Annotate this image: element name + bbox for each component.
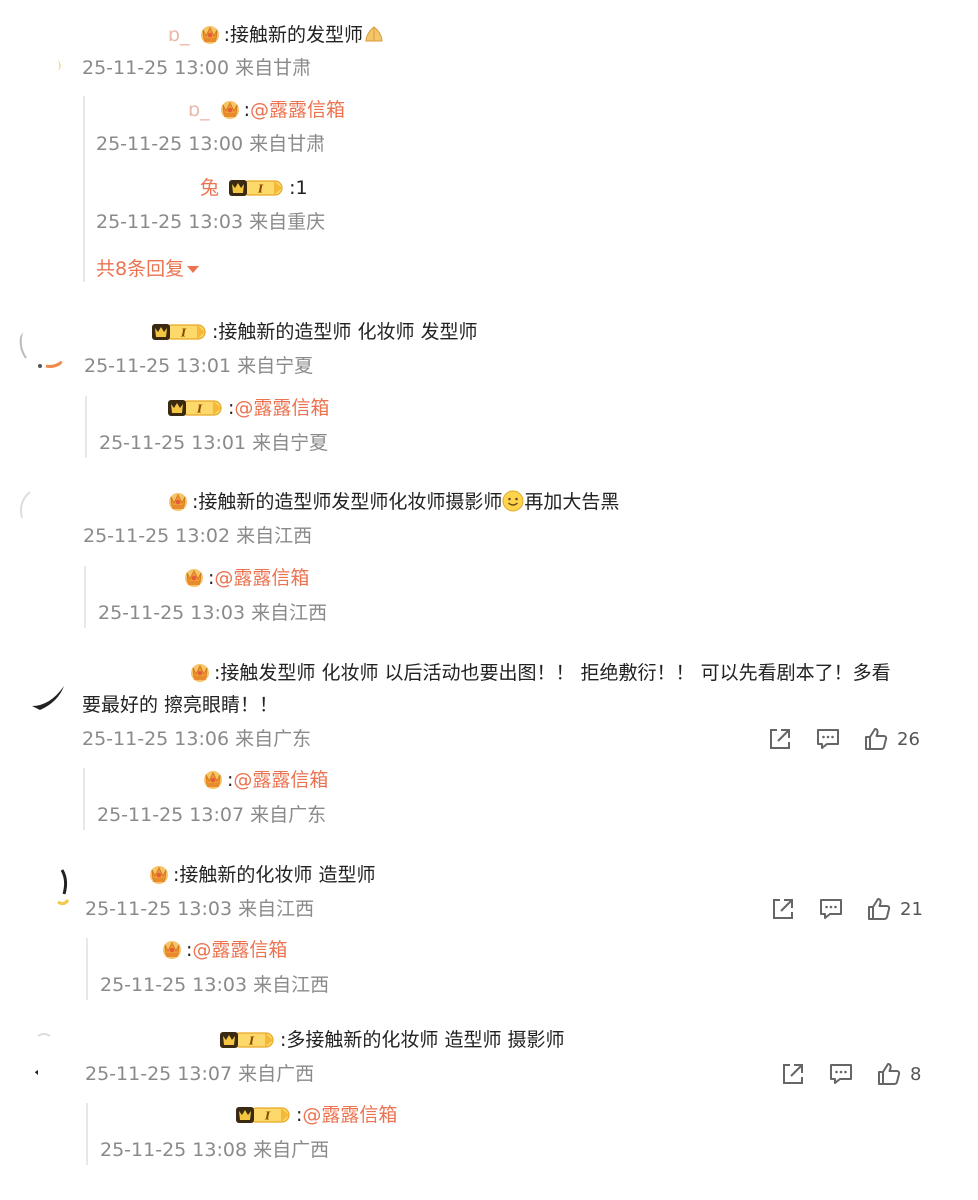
- crown-badge-icon: [202, 769, 224, 789]
- timestamp: 25-11-25 13:07: [85, 1063, 233, 1085]
- location: 来自广西: [253, 1139, 330, 1161]
- crown-badge-icon: [219, 99, 241, 119]
- timestamp: 25-11-25 13:03: [96, 211, 244, 233]
- location: 来自江西: [236, 525, 313, 547]
- comment-text: 接触新的发型师: [230, 24, 364, 46]
- share-button[interactable]: [767, 726, 793, 752]
- location: 来自江西: [253, 974, 330, 996]
- location: 来自江西: [251, 602, 328, 624]
- location: 来自重庆: [249, 211, 326, 233]
- comment-text-line2: 要最好的 擦亮眼睛！！: [82, 694, 279, 716]
- comment-text: 接触发型师 化妆师 以后活动也要出图！！ 拒绝敷衍！！ 可以先看剧本了！多看: [220, 662, 891, 684]
- timestamp: 25-11-25 13:02: [83, 525, 231, 547]
- avatar[interactable]: [28, 1030, 78, 1080]
- comment-text: 接触新的造型师 化妆师 发型师: [218, 321, 478, 343]
- comment-icon: [818, 896, 844, 922]
- comment-button[interactable]: [828, 1061, 854, 1087]
- share-icon: [767, 726, 793, 752]
- like-button[interactable]: 21: [866, 896, 923, 922]
- share-icon: [770, 896, 796, 922]
- timestamp: 25-11-25 13:00: [96, 133, 244, 155]
- mention-link[interactable]: @露露信箱: [234, 397, 329, 419]
- timestamp: 25-11-25 13:03: [100, 974, 248, 996]
- mention-link[interactable]: @露露信箱: [302, 1104, 397, 1126]
- avatar[interactable]: [28, 866, 78, 916]
- reply-thread-divider: [84, 566, 86, 628]
- reply-thread-divider: [83, 96, 85, 282]
- location: 来自广东: [235, 728, 312, 750]
- location: 来自广西: [238, 1063, 315, 1085]
- location: 来自甘肃: [249, 133, 326, 155]
- mention-link[interactable]: @露露信箱: [192, 939, 287, 961]
- timestamp: 25-11-25 13:01: [84, 355, 232, 377]
- avatar[interactable]: [30, 40, 80, 90]
- crown-badge-icon: [189, 662, 211, 682]
- username[interactable]: ɒ_: [168, 24, 190, 46]
- vip-level-badge-icon: [219, 1030, 277, 1050]
- share-button[interactable]: [770, 896, 796, 922]
- reply-thread-divider: [86, 938, 88, 1000]
- mention-link[interactable]: @露露信箱: [233, 769, 328, 791]
- crown-badge-icon: [199, 24, 221, 44]
- share-button[interactable]: [780, 1061, 806, 1087]
- location: 来自甘肃: [235, 57, 312, 79]
- avatar[interactable]: [18, 322, 68, 372]
- more-replies-label: 共8条回复: [96, 258, 185, 280]
- timestamp: 25-11-25 13:03: [98, 602, 246, 624]
- like-button[interactable]: 8: [876, 1061, 921, 1087]
- reply-text: 1: [295, 177, 308, 199]
- vip-level-badge-icon: [167, 398, 225, 418]
- comment-icon: [828, 1061, 854, 1087]
- like-count: 8: [910, 1063, 922, 1085]
- crown-badge-icon: [161, 939, 183, 959]
- more-replies-link[interactable]: 共8条回复: [96, 254, 200, 281]
- timestamp: 25-11-25 13:00: [82, 57, 230, 79]
- like-button[interactable]: 26: [863, 726, 920, 752]
- avatar[interactable]: [16, 488, 66, 538]
- praying-hands-emoji-icon: [363, 23, 385, 45]
- timestamp: 25-11-25 13:01: [99, 432, 247, 454]
- timestamp: 25-11-25 13:07: [97, 804, 245, 826]
- crown-badge-icon: [183, 567, 205, 587]
- username[interactable]: 兔: [200, 177, 219, 199]
- vip-level-badge-icon: [235, 1105, 293, 1125]
- timestamp: 25-11-25 13:03: [85, 898, 233, 920]
- location: 来自宁夏: [252, 432, 329, 454]
- timestamp: 25-11-25 13:06: [82, 728, 230, 750]
- comment-text-tail: 再加大告黑: [524, 491, 620, 513]
- vip-level-badge-icon: [151, 322, 209, 342]
- avatar[interactable]: [28, 672, 78, 722]
- reply-thread-divider: [85, 396, 87, 458]
- comment-text: 多接触新的化妆师 造型师 摄影师: [286, 1029, 565, 1051]
- comment-text: 接触新的化妆师 造型师: [179, 864, 376, 886]
- location: 来自江西: [238, 898, 315, 920]
- crown-badge-icon: [167, 491, 189, 511]
- location: 来自宁夏: [237, 355, 314, 377]
- username[interactable]: ɒ_: [188, 99, 210, 121]
- comment-text: 接触新的造型师发型师化妆师摄影师: [198, 491, 503, 513]
- thumbs-up-icon: [866, 896, 892, 922]
- like-count: 21: [900, 898, 923, 920]
- smile-emoji-icon: [502, 490, 524, 512]
- like-count: 26: [897, 728, 920, 750]
- mention-link[interactable]: @露露信箱: [250, 99, 345, 121]
- timestamp: 25-11-25 13:08: [100, 1139, 248, 1161]
- crown-badge-icon: [148, 864, 170, 884]
- comment-button[interactable]: [815, 726, 841, 752]
- comment-button[interactable]: [818, 896, 844, 922]
- mention-link[interactable]: @露露信箱: [214, 567, 309, 589]
- thumbs-up-icon: [876, 1061, 902, 1087]
- chevron-down-icon: [187, 266, 200, 273]
- reply-thread-divider: [83, 768, 85, 830]
- vip-level-badge-icon: [228, 178, 286, 198]
- reply-thread-divider: [86, 1103, 88, 1165]
- location: 来自广东: [250, 804, 327, 826]
- comment-icon: [815, 726, 841, 752]
- thumbs-up-icon: [863, 726, 889, 752]
- share-icon: [780, 1061, 806, 1087]
